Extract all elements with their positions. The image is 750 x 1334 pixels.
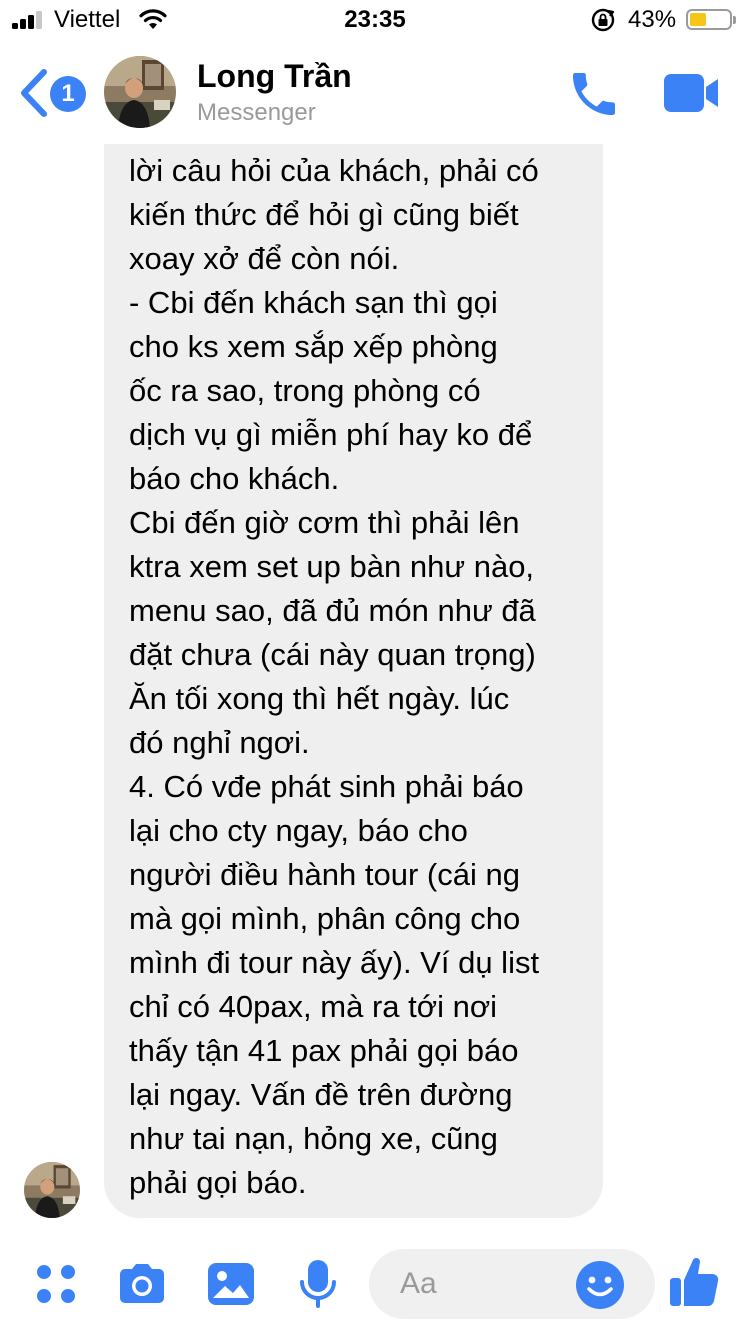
message-line: lời câu hỏi của khách, phải có — [129, 153, 539, 188]
message-line: dịch vụ gì miễn phí hay ko để — [129, 417, 533, 452]
message-line: lại ngay. Vấn đề trên đường — [129, 1077, 513, 1112]
video-call-button[interactable] — [660, 70, 722, 116]
message-line: Cbi đến giờ cơm thì phải lên — [129, 505, 520, 540]
emoji-button[interactable] — [575, 1260, 625, 1310]
apps-grid-icon — [37, 1265, 75, 1303]
message-line: báo cho khách. — [129, 461, 340, 496]
contact-subtitle: Messenger — [197, 99, 316, 126]
unread-count-badge[interactable]: 1 — [50, 76, 86, 112]
battery-level-fill — [690, 13, 706, 26]
message-line: Ăn tối xong thì hết ngày. lúc — [129, 681, 510, 716]
message-line: ktra xem set up bàn như nào, — [129, 549, 535, 584]
back-chevron-icon — [21, 69, 47, 117]
microphone-icon — [300, 1260, 336, 1308]
conversation-header: 1 Long Trần Messenger — [0, 40, 750, 144]
photo-icon — [208, 1263, 254, 1305]
orientation-lock-icon — [591, 8, 615, 32]
message-line: như tai nạn, hỏng xe, cũng — [129, 1121, 498, 1156]
battery-percent: 43% — [628, 6, 677, 33]
message-line: người điều hành tour (cái ng — [129, 857, 520, 892]
message-line: kiến thức để hỏi gì cũng biết — [129, 197, 519, 232]
apps-button[interactable] — [30, 1258, 82, 1310]
message-line: mình đi tour này ấy). Ví dụ list — [129, 945, 540, 980]
video-camera-icon — [664, 74, 718, 112]
phone-icon — [573, 73, 615, 115]
message-line: - Cbi đến khách sạn thì gọi — [129, 285, 498, 320]
message-line: lại cho cty ngay, báo cho — [129, 813, 468, 848]
message-text: lời câu hỏi của khách, phải có kiến thức … — [129, 149, 599, 1205]
message-input[interactable]: Aa — [369, 1249, 655, 1319]
thumbs-up-icon — [670, 1257, 719, 1306]
message-line: 4. Có vđe phát sinh phải báo — [129, 769, 524, 804]
battery-icon — [686, 9, 732, 30]
like-button[interactable] — [668, 1254, 720, 1306]
message-line: xoay xở để còn nói. — [129, 241, 400, 276]
composer-bar: Aa — [0, 1230, 750, 1334]
message-line: menu sao, đã đủ món như đã — [129, 593, 536, 628]
message-line: đặt chưa (cái này quan trọng) — [129, 637, 536, 672]
message-line: cho ks xem sắp xếp phòng — [129, 329, 498, 364]
camera-button[interactable] — [116, 1258, 168, 1310]
sender-avatar[interactable] — [24, 1162, 80, 1218]
battery-cap — [733, 16, 736, 24]
camera-icon — [120, 1264, 164, 1303]
message-line: ốc ra sao, trong phòng có — [129, 373, 481, 408]
photo-button[interactable] — [205, 1258, 257, 1310]
contact-name[interactable]: Long Trần — [197, 56, 352, 96]
message-line: phải gọi báo. — [129, 1165, 307, 1200]
message-line: mà gọi mình, phân công cho — [129, 901, 521, 936]
input-placeholder: Aa — [400, 1267, 437, 1300]
emoji-icon — [576, 1261, 624, 1309]
voice-call-button[interactable] — [566, 66, 622, 122]
contact-avatar[interactable] — [104, 56, 176, 128]
message-line: thấy tận 41 pax phải gọi báo — [129, 1033, 519, 1068]
message-line: chỉ có 40pax, mà ra tới nơi — [129, 989, 498, 1024]
message-list[interactable]: lời câu hỏi của khách, phải có kiến thức … — [0, 144, 750, 1230]
voice-message-button[interactable] — [292, 1258, 344, 1310]
status-bar: Viettel 23:35 43% — [0, 0, 750, 40]
message-line: đó nghỉ ngơi. — [129, 725, 310, 760]
